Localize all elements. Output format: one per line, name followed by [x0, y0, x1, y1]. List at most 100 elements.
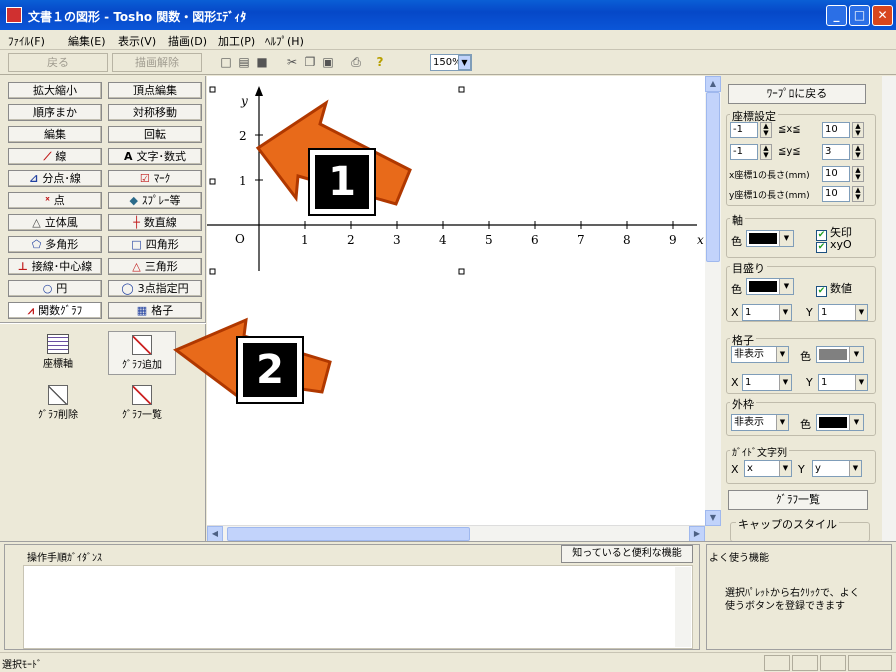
menu-edit[interactable]: 編集(E)	[68, 33, 106, 49]
chevron-down-icon[interactable]: ▼	[458, 55, 471, 70]
tool-button-13[interactable]: ┼ 数直線	[108, 214, 202, 231]
drawing-canvas[interactable]: 1 2 3 4 5 6 7 8 9 1 2 O x y	[207, 76, 705, 536]
y-min-input[interactable]: -1	[730, 144, 758, 160]
menu-process[interactable]: 加工(P)	[218, 33, 255, 49]
y-length-spinner[interactable]: ▲ ▼	[852, 186, 864, 202]
tool-button-11[interactable]: ◆ ｽﾌﾟﾚｰ等	[108, 192, 202, 209]
axis-color-select[interactable]: ▼	[746, 230, 794, 247]
menu-view[interactable]: 表示(V)	[118, 33, 156, 49]
print-icon[interactable]: ⎙	[348, 54, 364, 70]
minimize-button[interactable]: _	[826, 5, 847, 26]
menu-draw[interactable]: 描画(D)	[168, 33, 207, 49]
graph-list-button[interactable]: ｸﾞﾗﾌ一覧	[108, 382, 176, 426]
tool-button-18[interactable]: ○ 円	[8, 280, 102, 297]
x-max-input[interactable]: 10	[822, 122, 850, 138]
y-length-input[interactable]: 10	[822, 186, 850, 202]
undo-draw-button[interactable]: 描画解除	[112, 53, 202, 72]
grid-y-select[interactable]: 1 ▼	[818, 374, 868, 391]
scale-x-select[interactable]: 1 ▼	[742, 304, 792, 321]
tool-button-4[interactable]: 編集	[8, 126, 102, 143]
tool-button-0[interactable]: 拡大縮小	[8, 82, 102, 99]
open-icon[interactable]: ▤	[236, 54, 252, 70]
scale-color-select[interactable]: ▼	[746, 278, 794, 295]
axis-tool-label: 座標軸	[43, 359, 73, 370]
tool-button-label: 拡大縮小	[33, 84, 77, 97]
y-max-spinner[interactable]: ▲ ▼	[852, 144, 864, 160]
tool-button-1[interactable]: 頂点編集	[108, 82, 202, 99]
tool-button-19[interactable]: ◯ 3点指定円	[108, 280, 202, 297]
maximize-button[interactable]: □	[849, 5, 870, 26]
coordinate-graph[interactable]: 1 2 3 4 5 6 7 8 9 1 2 O x y	[207, 76, 705, 526]
x-length-input[interactable]: 10	[822, 166, 850, 182]
back-button[interactable]: 戻る	[8, 53, 108, 72]
y-max-input[interactable]: 3	[822, 144, 850, 160]
new-icon[interactable]: □	[218, 54, 234, 70]
scroll-down-icon[interactable]: ▼	[705, 510, 721, 526]
horizontal-scroll-thumb[interactable]	[227, 527, 470, 541]
save-icon[interactable]: ■	[254, 54, 270, 70]
scale-y-select[interactable]: 1 ▼	[818, 304, 868, 321]
tool-button-10[interactable]: ˣ点	[8, 192, 102, 209]
frame-display-select[interactable]: 非表示 ▼	[731, 414, 789, 431]
cut-icon[interactable]: ✂	[284, 54, 300, 70]
copy-icon[interactable]: ❐	[302, 54, 318, 70]
selection-handle[interactable]	[209, 268, 216, 275]
selection-handle[interactable]	[458, 268, 465, 275]
tool-button-12[interactable]: △ 立体風	[8, 214, 102, 231]
grid-display-select[interactable]: 非表示 ▼	[731, 346, 789, 363]
tool-button-label: 編集	[44, 128, 66, 141]
tool-button-5[interactable]: 回転	[108, 126, 202, 143]
selection-handle[interactable]	[458, 86, 465, 93]
vertical-scroll-thumb[interactable]	[706, 92, 720, 262]
guide-y-select[interactable]: y ▼	[812, 460, 862, 477]
vertical-scrollbar[interactable]: ▲ ▼	[705, 76, 721, 526]
horizontal-scrollbar[interactable]: ◀ ▶	[207, 525, 705, 542]
tool-button-20[interactable]: ⩘ 関数ｸﾞﾗﾌ	[8, 302, 102, 319]
help-icon[interactable]: ?	[372, 54, 388, 70]
tool-button-2[interactable]: 順序まか	[8, 104, 102, 121]
close-button[interactable]: ✕	[872, 5, 893, 26]
x-min-spinner[interactable]: ▲ ▼	[760, 122, 772, 138]
menu-help[interactable]: ﾍﾙﾌﾟ(H)	[265, 33, 304, 49]
menu-file[interactable]: ﾌｧｲﾙ(F)	[8, 33, 45, 49]
tool-button-15[interactable]: □ 四角形	[108, 236, 202, 253]
x-max-spinner[interactable]: ▲ ▼	[852, 122, 864, 138]
grid-color-select[interactable]: ▼	[816, 346, 864, 363]
selection-handle[interactable]	[209, 178, 216, 185]
status-pane	[792, 655, 818, 671]
panel-scrollbar[interactable]	[882, 76, 896, 541]
guidance-scrollbar[interactable]	[675, 567, 691, 647]
tool-button-17[interactable]: △ 三角形	[108, 258, 202, 275]
xyo-checkbox[interactable]: ✔ xyO	[816, 238, 852, 253]
selection-handle[interactable]	[209, 86, 216, 93]
return-to-wordprocessor-button[interactable]: ﾜｰﾌﾟﾛに戻る	[728, 84, 866, 104]
tool-button-16[interactable]: ⊥ 接線･中心線	[8, 258, 102, 275]
frame-color-select[interactable]: ▼	[816, 414, 864, 431]
tool-button-8[interactable]: ⊿ 分点･線	[8, 170, 102, 187]
x-min-input[interactable]: -1	[730, 122, 758, 138]
x-length-spinner[interactable]: ▲ ▼	[852, 166, 864, 182]
axis-tool-button[interactable]: 座標軸	[24, 331, 92, 375]
tool-button-6[interactable]: ⟋ 線	[8, 148, 102, 165]
guide-x-select[interactable]: x ▼	[744, 460, 792, 477]
useful-features-button[interactable]: 知っていると便利な機能	[561, 545, 693, 563]
tool-button-21[interactable]: ▦ 格子	[108, 302, 202, 319]
tool-button-14[interactable]: ⬠ 多角形	[8, 236, 102, 253]
delete-graph-button[interactable]: ｸﾞﾗﾌ削除	[24, 382, 92, 426]
scroll-right-icon[interactable]: ▶	[689, 526, 705, 542]
graph-list-icon	[132, 385, 152, 405]
tool-button-label: 四角形	[145, 238, 179, 251]
scale-y-label: Y	[806, 306, 813, 319]
paste-icon[interactable]: ▣	[320, 54, 336, 70]
tool-button-7[interactable]: A 文字･数式	[108, 148, 202, 165]
scroll-up-icon[interactable]: ▲	[705, 76, 721, 92]
y-min-spinner[interactable]: ▲ ▼	[760, 144, 772, 160]
tool-button-3[interactable]: 対称移動	[108, 104, 202, 121]
scroll-left-icon[interactable]: ◀	[207, 526, 223, 542]
grid-x-select[interactable]: 1 ▼	[742, 374, 792, 391]
add-graph-button[interactable]: ｸﾞﾗﾌ追加	[108, 331, 176, 375]
tool-button-label: 円	[56, 282, 68, 295]
graph-list-panel-button[interactable]: ｸﾞﾗﾌ一覧	[728, 490, 868, 510]
tool-button-9[interactable]: ☑ ﾏｰｸ	[108, 170, 202, 187]
value-checkbox[interactable]: ✔ 数値	[816, 280, 852, 297]
